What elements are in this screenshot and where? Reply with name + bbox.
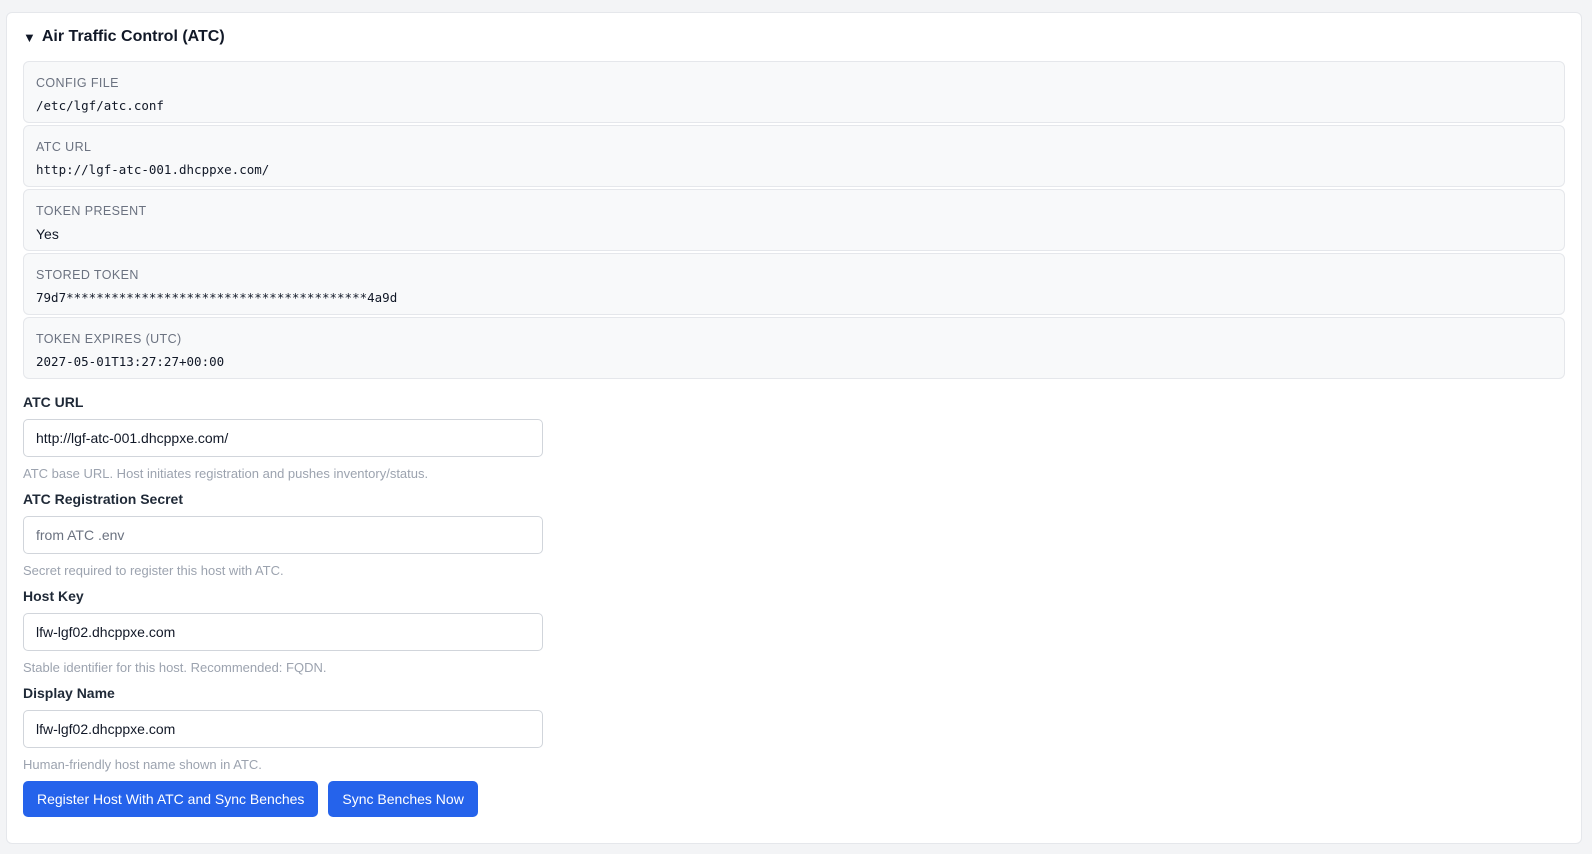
info-value: 79d7************************************… xyxy=(36,290,398,305)
register-host-button[interactable]: Register Host With ATC and Sync Benches xyxy=(23,781,319,817)
info-atc-url: ATC URL http://lgf-atc-001.dhcppxe.com/ xyxy=(23,125,1565,187)
info-key: TOKEN EXPIRES (UTC) xyxy=(36,332,182,346)
registration-secret-label: ATC Registration Secret xyxy=(23,491,183,507)
action-buttons: Register Host With ATC and Sync Benches … xyxy=(23,781,1565,817)
atc-url-input[interactable] xyxy=(23,419,543,457)
info-token-present: TOKEN PRESENT Yes xyxy=(23,189,1565,251)
atc-url-help: ATC base URL. Host initiates registratio… xyxy=(23,466,429,481)
atc-form: ATC URL ATC base URL. Host initiates reg… xyxy=(23,393,1565,817)
display-name-label: Display Name xyxy=(23,685,115,701)
info-stored-token: STORED TOKEN 79d7***********************… xyxy=(23,253,1565,315)
info-token-expires: TOKEN EXPIRES (UTC) 2027-05-01T13:27:27+… xyxy=(23,317,1565,379)
atc-panel: ▼ Air Traffic Control (ATC) CONFIG FILE … xyxy=(6,12,1582,844)
registration-secret-input[interactable] xyxy=(23,516,543,554)
atc-url-label: ATC URL xyxy=(23,394,84,410)
info-value: /etc/lgf/atc.conf xyxy=(36,98,164,113)
display-name-help: Human-friendly host name shown in ATC. xyxy=(23,757,262,772)
info-value: 2027-05-01T13:27:27+00:00 xyxy=(36,354,225,369)
section-title: Air Traffic Control (ATC) xyxy=(41,28,225,45)
atc-section-toggle[interactable]: ▼ Air Traffic Control (ATC) xyxy=(23,13,1565,61)
sync-benches-button[interactable]: Sync Benches Now xyxy=(328,781,478,817)
info-config-file: CONFIG FILE /etc/lgf/atc.conf xyxy=(23,61,1565,123)
info-value: Yes xyxy=(36,226,59,242)
info-key: CONFIG FILE xyxy=(36,76,119,90)
atc-info-list: CONFIG FILE /etc/lgf/atc.conf ATC URL ht… xyxy=(23,61,1565,379)
host-key-help: Stable identifier for this host. Recomme… xyxy=(23,660,327,675)
info-value: http://lgf-atc-001.dhcppxe.com/ xyxy=(36,162,270,177)
host-key-label: Host Key xyxy=(23,588,84,604)
info-key: TOKEN PRESENT xyxy=(36,204,147,218)
info-key: ATC URL xyxy=(36,140,92,154)
display-name-input[interactable] xyxy=(23,710,543,748)
collapse-triangle-icon: ▼ xyxy=(23,29,36,45)
host-key-input[interactable] xyxy=(23,613,543,651)
registration-secret-help: Secret required to register this host wi… xyxy=(23,563,284,578)
info-key: STORED TOKEN xyxy=(36,268,139,282)
